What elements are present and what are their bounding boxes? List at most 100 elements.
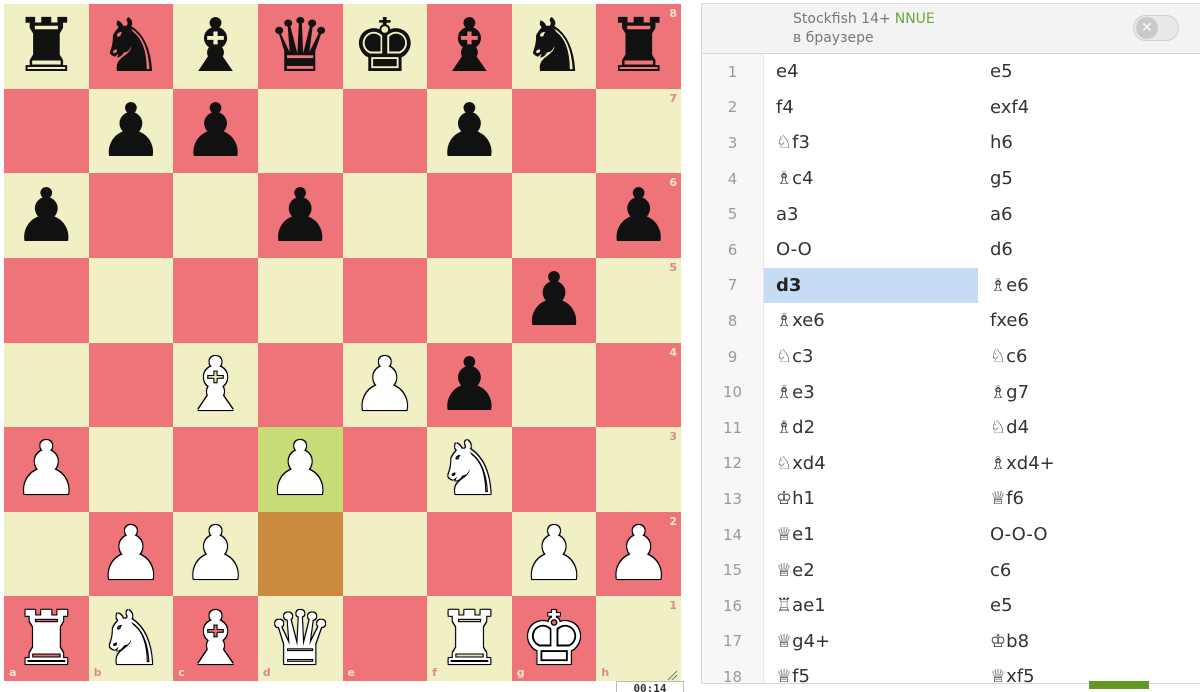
white-move[interactable]: ♖ae1 xyxy=(764,588,978,624)
black-move[interactable]: exf4 xyxy=(978,90,1200,126)
black-pawn-icon[interactable]: ♟ xyxy=(436,94,502,168)
black-pawn-icon[interactable]: ♟ xyxy=(436,348,502,422)
square-f1[interactable]: ♜ f xyxy=(427,596,512,681)
square-e7[interactable] xyxy=(342,88,428,174)
white-move[interactable]: ♔h1 xyxy=(764,481,978,517)
white-pawn-icon[interactable]: ♟ xyxy=(13,432,79,506)
square-b7[interactable]: ♟ xyxy=(88,88,174,174)
black-rook-icon[interactable]: ♜ xyxy=(606,9,672,83)
white-move[interactable]: ♘xd4 xyxy=(764,446,978,482)
square-f7[interactable]: ♟ xyxy=(427,88,512,174)
white-bishop-icon[interactable]: ♝ xyxy=(182,602,248,676)
square-g7[interactable] xyxy=(511,88,597,174)
square-f8[interactable]: ♝ xyxy=(427,4,512,89)
black-pawn-icon[interactable]: ♟ xyxy=(13,179,79,253)
square-e6[interactable] xyxy=(342,173,428,258)
square-g4[interactable] xyxy=(511,342,597,428)
white-move[interactable]: ♕g4+ xyxy=(764,624,978,660)
white-pawn-icon[interactable]: ♟ xyxy=(98,517,164,591)
black-pawn-icon[interactable]: ♟ xyxy=(182,94,248,168)
white-move[interactable]: ♘c3 xyxy=(764,339,978,375)
square-h2[interactable]: ♟ 2 xyxy=(596,511,681,597)
square-g8[interactable]: ♞ xyxy=(511,4,597,89)
white-knight-icon[interactable]: ♞ xyxy=(436,432,502,506)
square-c4[interactable]: ♝ xyxy=(173,342,258,428)
square-h3[interactable]: 3 xyxy=(596,427,681,512)
square-e8[interactable]: ♚ xyxy=(342,4,428,89)
square-e2[interactable] xyxy=(342,511,428,597)
square-b8[interactable]: ♞ xyxy=(88,4,174,89)
white-move[interactable]: d3 xyxy=(764,267,978,304)
engine-toggle[interactable]: ✕ xyxy=(1133,15,1179,41)
square-h6[interactable]: ♟ 6 xyxy=(596,173,681,258)
white-pawn-icon[interactable]: ♟ xyxy=(182,517,248,591)
square-a8[interactable]: ♜ xyxy=(4,4,89,89)
white-pawn-icon[interactable]: ♟ xyxy=(521,517,587,591)
square-d5[interactable] xyxy=(257,257,343,343)
square-f3[interactable]: ♞ xyxy=(427,427,512,512)
square-a6[interactable]: ♟ xyxy=(4,173,89,258)
square-a5[interactable] xyxy=(4,257,89,343)
square-c8[interactable]: ♝ xyxy=(173,4,258,89)
black-move[interactable]: ♗xd4+ xyxy=(978,446,1200,482)
square-c3[interactable] xyxy=(173,427,258,512)
square-g2[interactable]: ♟ xyxy=(511,511,597,597)
white-rook-icon[interactable]: ♜ xyxy=(13,602,79,676)
square-b1[interactable]: ♞ b xyxy=(88,596,174,681)
white-move[interactable]: ♗e3 xyxy=(764,374,978,410)
white-move[interactable]: f4 xyxy=(764,90,978,126)
white-move[interactable]: ♗d2 xyxy=(764,410,978,446)
square-a3[interactable]: ♟ xyxy=(4,427,89,512)
black-move[interactable]: ♗g7 xyxy=(978,374,1200,410)
square-h4[interactable]: 4 xyxy=(596,342,681,428)
black-pawn-icon[interactable]: ♟ xyxy=(521,263,587,337)
white-king-icon[interactable]: ♚ xyxy=(521,602,587,676)
black-move[interactable]: a6 xyxy=(978,196,1200,232)
square-c7[interactable]: ♟ xyxy=(173,88,258,174)
square-a2[interactable] xyxy=(4,511,89,597)
black-move[interactable]: ♕f6 xyxy=(978,481,1200,517)
black-pawn-icon[interactable]: ♟ xyxy=(267,179,333,253)
square-a4[interactable] xyxy=(4,342,89,428)
white-pawn-icon[interactable]: ♟ xyxy=(352,348,418,422)
square-d3[interactable]: ♟ xyxy=(257,427,343,512)
square-f2[interactable] xyxy=(427,511,512,597)
white-bishop-icon[interactable]: ♝ xyxy=(182,348,248,422)
square-h8[interactable]: ♜ 8 xyxy=(596,4,681,89)
square-d7[interactable] xyxy=(257,88,343,174)
square-b4[interactable] xyxy=(88,342,174,428)
black-knight-icon[interactable]: ♞ xyxy=(98,9,164,83)
white-move[interactable]: ♘f3 xyxy=(764,125,978,161)
square-e3[interactable] xyxy=(342,427,428,512)
white-move[interactable]: ♕e1 xyxy=(764,517,978,553)
square-f5[interactable] xyxy=(427,257,512,343)
square-a7[interactable] xyxy=(4,88,89,174)
white-pawn-icon[interactable]: ♟ xyxy=(606,517,672,591)
square-e4[interactable]: ♟ xyxy=(342,342,428,428)
black-move[interactable]: ♘d4 xyxy=(978,410,1200,446)
black-move[interactable]: g5 xyxy=(978,161,1200,197)
black-move[interactable]: e5 xyxy=(978,588,1200,624)
square-d4[interactable] xyxy=(257,342,343,428)
black-move[interactable]: d6 xyxy=(978,232,1200,268)
white-move[interactable]: O-O xyxy=(764,232,978,268)
square-d8[interactable]: ♛ xyxy=(257,4,343,89)
white-move[interactable]: a3 xyxy=(764,196,978,232)
square-g6[interactable] xyxy=(511,173,597,258)
square-d6[interactable]: ♟ xyxy=(257,173,343,258)
board-resize-handle[interactable] xyxy=(666,666,678,681)
square-d2[interactable] xyxy=(257,511,343,597)
black-move[interactable]: e5 xyxy=(978,54,1200,90)
black-queen-icon[interactable]: ♛ xyxy=(267,9,333,83)
square-b6[interactable] xyxy=(88,173,174,258)
square-b5[interactable] xyxy=(88,257,174,343)
black-knight-icon[interactable]: ♞ xyxy=(521,9,587,83)
square-h7[interactable]: 7 xyxy=(596,88,681,174)
square-b3[interactable] xyxy=(88,427,174,512)
white-pawn-icon[interactable]: ♟ xyxy=(267,432,333,506)
black-move[interactable]: O-O-O xyxy=(978,517,1200,553)
white-rook-icon[interactable]: ♜ xyxy=(436,602,502,676)
black-king-icon[interactable]: ♚ xyxy=(352,9,418,83)
black-move[interactable]: c6 xyxy=(978,552,1200,588)
square-f4[interactable]: ♟ xyxy=(427,342,512,428)
